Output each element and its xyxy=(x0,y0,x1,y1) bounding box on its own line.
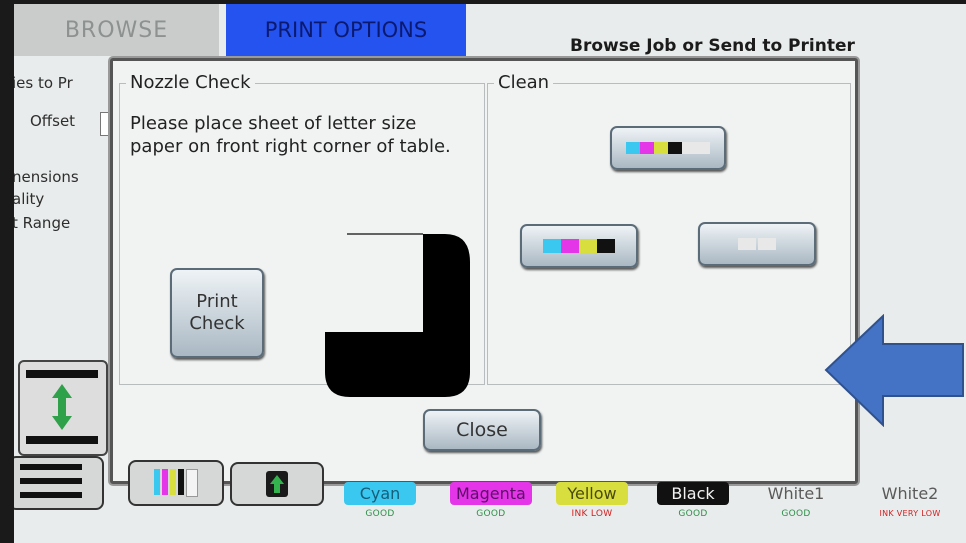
page-title: Browse Job or Send to Printer xyxy=(570,36,855,56)
ink-levels-icon xyxy=(154,469,198,497)
nozzle-check-group: Nozzle Check Please place sheet of lette… xyxy=(119,72,485,397)
ink-status: INK LOW xyxy=(571,509,613,519)
quality-label: ality xyxy=(14,190,45,208)
all-colors-swatch-icon xyxy=(626,142,710,154)
print-check-button[interactable]: Print Check xyxy=(170,268,264,358)
range-label: t Range xyxy=(14,214,71,232)
cmyk-swatch-icon xyxy=(543,239,615,253)
up-arrow-icon xyxy=(52,384,72,430)
ink-name: Cyan xyxy=(344,482,416,505)
nozzle-instructions: Please place sheet of letter size paper … xyxy=(130,113,451,157)
move-up-button[interactable] xyxy=(18,360,108,456)
clean-group: Clean xyxy=(487,72,851,385)
copies-label: ies to Pr xyxy=(14,74,73,92)
up-arrow-icon xyxy=(266,471,288,497)
close-button[interactable]: Close xyxy=(423,409,541,451)
offset-label: Offset xyxy=(30,112,76,130)
clean-cmyk-button[interactable] xyxy=(520,224,638,268)
printer-touchscreen: BROWSE PRINT OPTIONS Browse Job or Send … xyxy=(14,4,966,543)
ink-name: White1 xyxy=(767,484,825,503)
clean-white-button[interactable] xyxy=(698,222,816,266)
tab-print-options[interactable]: PRINT OPTIONS xyxy=(226,4,466,56)
ink-name: Black xyxy=(657,482,729,505)
nozzle-check-title: Nozzle Check xyxy=(126,72,255,93)
ink-cyan: Cyan GOOD xyxy=(344,482,416,519)
blue-pointer-arrow-icon xyxy=(824,314,964,427)
ink-status: GOOD xyxy=(365,509,395,519)
nozzle-clean-dialog: Nozzle Check Please place sheet of lette… xyxy=(110,58,858,484)
ink-status: GOOD xyxy=(678,509,708,519)
ink-name: White2 xyxy=(881,484,939,503)
clean-title: Clean xyxy=(494,72,554,93)
ink-status: INK VERY LOW xyxy=(879,509,941,518)
white-swatch-icon xyxy=(738,238,776,250)
tab-browse[interactable]: BROWSE xyxy=(14,4,219,56)
print-check-label-line2: Check xyxy=(189,313,245,334)
menu-icon xyxy=(20,464,82,498)
ink-name: Yellow xyxy=(556,482,628,505)
ink-black: Black GOOD xyxy=(657,482,729,519)
dimensions-label: nensions xyxy=(14,168,79,186)
ink-status: GOOD xyxy=(781,509,811,519)
print-check-label-line1: Print xyxy=(196,291,238,312)
ink-yellow: Yellow INK LOW xyxy=(556,482,628,519)
corner-shape-icon xyxy=(325,233,470,397)
clean-all-button[interactable] xyxy=(610,126,726,170)
ink-white1: White1 GOOD xyxy=(760,482,832,519)
upload-button[interactable] xyxy=(230,462,324,506)
menu-button[interactable] xyxy=(14,456,104,510)
ink-magenta: Magenta GOOD xyxy=(450,482,532,519)
ink-white2: White2 INK VERY LOW xyxy=(860,482,960,518)
ink-status: GOOD xyxy=(476,509,506,519)
ink-levels-button[interactable] xyxy=(128,460,224,506)
ink-name: Magenta xyxy=(450,482,532,505)
